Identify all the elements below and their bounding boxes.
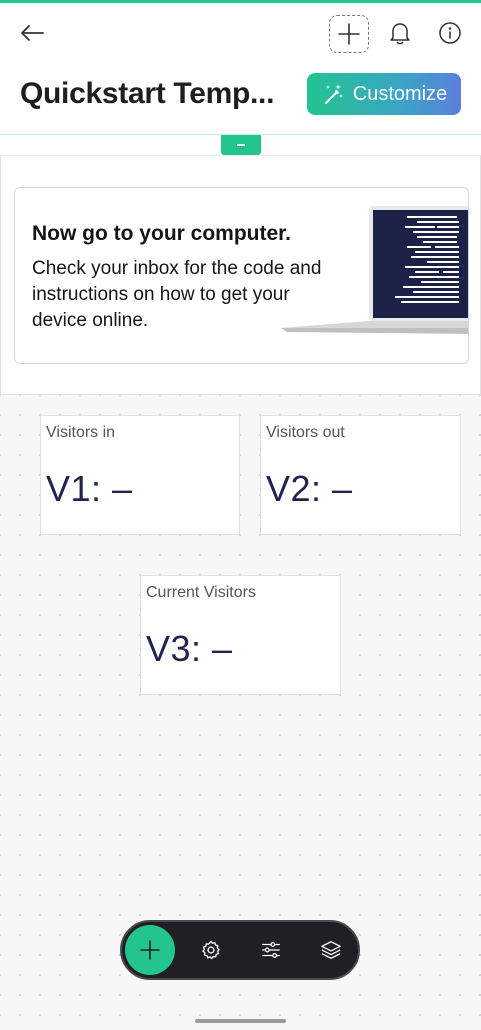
widget-value: V2: –	[266, 468, 353, 509]
widget-visitors-in[interactable]: Visitors in V1: –	[40, 415, 240, 535]
bottom-toolbar	[120, 920, 360, 980]
info-icon	[439, 22, 461, 44]
plus-icon	[338, 23, 360, 45]
collapse-handle[interactable]	[221, 135, 261, 155]
settings-button[interactable]	[196, 935, 226, 965]
onboarding-card: Now go to your computer. Check your inbo…	[14, 187, 469, 364]
title-row: Quickstart Temp... Customize	[0, 63, 481, 135]
magic-wand-icon	[324, 84, 343, 104]
notifications-button[interactable]	[384, 17, 416, 49]
top-app-bar	[0, 3, 481, 63]
widget-visitors-out[interactable]: Visitors out V2: –	[260, 415, 461, 535]
layers-icon	[321, 941, 341, 959]
widget-label: Visitors out	[266, 424, 345, 441]
add-widget-fab[interactable]	[125, 925, 175, 975]
onboarding-banner: Now go to your computer. Check your inbo…	[0, 155, 481, 395]
laptop-illustration	[281, 206, 468, 334]
bell-icon	[390, 23, 410, 45]
widget-label: Current Visitors	[146, 584, 256, 601]
widget-label: Visitors in	[46, 424, 116, 441]
page-title: Quickstart Temp...	[20, 77, 275, 110]
back-arrow-icon	[21, 25, 44, 41]
minus-icon	[237, 144, 245, 146]
widget-value: V1: –	[46, 468, 133, 509]
widget-value: V3: –	[146, 628, 233, 669]
sliders-icon	[262, 942, 280, 958]
plus-icon	[140, 940, 160, 960]
datastreams-button[interactable]	[256, 935, 286, 965]
gear-icon	[202, 940, 220, 960]
add-widget-button[interactable]	[329, 15, 369, 53]
banner-title: Now go to your computer.	[32, 222, 292, 245]
layers-button[interactable]	[316, 935, 346, 965]
widget-current-visitors[interactable]: Current Visitors V3: –	[140, 575, 341, 695]
customize-label: Customize	[352, 82, 448, 105]
back-button[interactable]	[14, 17, 50, 49]
info-button[interactable]	[434, 17, 466, 49]
home-indicator[interactable]	[195, 1019, 286, 1023]
customize-button[interactable]: Customize	[307, 73, 461, 115]
dashboard-canvas: Now go to your computer. Check your inbo…	[0, 155, 481, 1030]
